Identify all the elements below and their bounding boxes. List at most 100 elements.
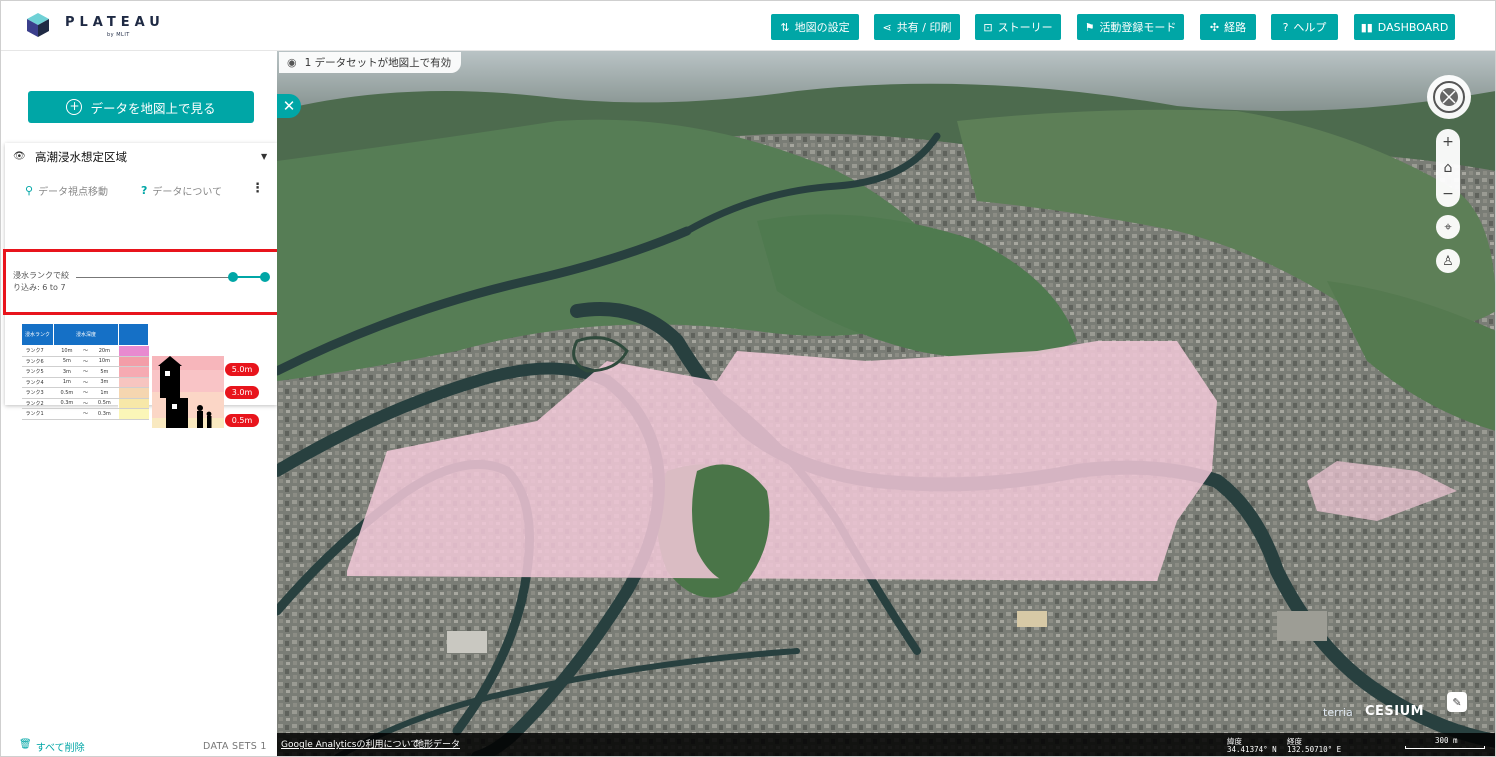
legend-depth-to: 1m	[90, 387, 119, 399]
dashboard-button[interactable]: ▮▮ DASHBOARD	[1354, 14, 1455, 40]
legend-rank: ランク7	[21, 345, 54, 357]
question-icon: ?	[141, 184, 148, 197]
nav-label: DASHBOARD	[1377, 20, 1449, 34]
route-button[interactable]: ✣ 経路	[1200, 14, 1256, 40]
help-icon: ?	[1282, 20, 1289, 34]
activity-mode-button[interactable]: ⚑ 活動登録モード	[1077, 14, 1184, 40]
workbench-sidebar: + データを地図上で見る 👁 高潮浸水想定区域 ▼ ⚲ データ視点移動 ? デー…	[1, 51, 281, 756]
legend-rank: ランク1	[21, 408, 54, 420]
street-view-button[interactable]: ♙	[1436, 249, 1460, 273]
cesium-logo[interactable]: CESIUM	[1365, 704, 1424, 719]
legend-depth-to: 0.3m	[90, 408, 119, 420]
map-footer-bar: Google Analyticsの利用について 地形データ 緯度 34.4137…	[277, 733, 1495, 756]
compass-control[interactable]	[1427, 75, 1471, 119]
datasets-count: DATA SETS 1	[203, 741, 267, 752]
layers-icon: ◉	[287, 56, 297, 69]
longitude-value: 132.50710° E	[1287, 745, 1342, 754]
dataset-actions: ⚲ データ視点移動 ? データについて ⋮	[5, 179, 277, 201]
legend-color-swatch	[118, 387, 149, 399]
more-vertical-icon[interactable]: ⋮	[251, 181, 264, 196]
legend-rank: ランク3	[21, 387, 54, 399]
compass-icon	[1433, 81, 1465, 113]
depth-mark-3m: 3.0m	[225, 386, 259, 399]
crosshair-icon: ⌖	[1444, 219, 1452, 235]
delete-all-button[interactable]: 🗑 すべて削除	[19, 739, 85, 754]
dataset-header[interactable]: 👁 高潮浸水想定区域 ▼	[5, 143, 277, 171]
logo-subtext: by MLIT	[107, 32, 130, 38]
sliders-icon: ⇅	[780, 20, 790, 34]
legend-depth-sep: 〜	[80, 377, 91, 388]
rank-filter-label: 浸水ランクで絞り込み: 6 to 7	[13, 271, 69, 292]
zoom-in-button[interactable]: +	[1436, 129, 1460, 155]
home-icon: ⌂	[1443, 160, 1453, 176]
legend-depth-sep: 〜	[80, 356, 91, 367]
about-data-button[interactable]: ? データについて	[141, 183, 222, 198]
analytics-link[interactable]: Google Analyticsの利用について	[281, 737, 419, 750]
nav-label: ヘルプ	[1293, 21, 1327, 34]
legend-color-swatch	[118, 377, 149, 388]
terrain-data-link[interactable]: 地形データ	[415, 737, 460, 750]
caret-down-icon[interactable]: ▼	[261, 152, 267, 161]
nav-label: 活動登録モード	[1099, 21, 1177, 34]
legend-depth-sep: 〜	[80, 366, 91, 378]
legend-row: ランク3 0.5m 〜 1m	[21, 387, 149, 399]
aerial-map[interactable]	[277, 51, 1496, 757]
legend-depth-from: 0.5m	[53, 387, 81, 399]
help-button[interactable]: ? ヘルプ	[1271, 14, 1338, 40]
scale-bar	[1405, 746, 1485, 749]
story-icon: ⊡	[983, 20, 993, 34]
legend-row: ランク7 10m 〜 20m	[21, 345, 149, 357]
nav-label: 地図の設定	[794, 21, 850, 34]
legend-color-swatch	[118, 366, 149, 378]
add-data-button[interactable]: + データを地図上で見る	[28, 91, 254, 123]
legend-color-swatch	[118, 345, 149, 357]
app-window: PLATEAU by MLIT ⇅ 地図の設定 ⋖ 共有 / 印刷 ⊡ ストーリ…	[0, 0, 1496, 757]
plateau-logo[interactable]: PLATEAU by MLIT	[27, 11, 160, 43]
legend-depth-from: 10m	[53, 345, 81, 357]
my-location-button[interactable]: ⌖	[1436, 215, 1460, 239]
people-icon: ⚑	[1084, 20, 1095, 34]
legend-depth-from: 0.3m	[53, 398, 81, 409]
depth-mark-0-5m: 0.5m	[225, 414, 259, 427]
legend-depth-sep: 〜	[80, 345, 91, 357]
feedback-icon[interactable]: ✎	[1447, 692, 1467, 712]
zoom-to-data-label: データ視点移動	[38, 187, 109, 198]
rank-slider-min-handle[interactable]	[228, 272, 238, 282]
share-print-button[interactable]: ⋖ 共有 / 印刷	[874, 14, 960, 40]
home-view-button[interactable]: ⌂	[1436, 155, 1460, 181]
top-header: PLATEAU by MLIT ⇅ 地図の設定 ⋖ 共有 / 印刷 ⊡ ストーリ…	[1, 1, 1495, 51]
legend-header-color	[118, 323, 149, 346]
minus-icon: −	[1442, 186, 1454, 202]
story-button[interactable]: ⊡ ストーリー	[975, 14, 1061, 40]
legend-rank: ランク5	[21, 366, 54, 378]
legend-color-swatch	[118, 408, 149, 420]
eye-icon[interactable]: 👁	[13, 151, 26, 162]
zoom-out-button[interactable]: −	[1436, 181, 1460, 207]
active-dataset-status: ◉ 1 データセットが地図上で有効	[279, 52, 462, 73]
map-settings-button[interactable]: ⇅ 地図の設定	[771, 14, 859, 40]
legend-depth-to: 0.5m	[90, 398, 119, 409]
rank-slider-max-handle[interactable]	[260, 272, 270, 282]
legend-depth-from: 1m	[53, 377, 81, 388]
legend-depth-to: 3m	[90, 377, 119, 388]
latitude-value: 34.41374° N	[1227, 745, 1277, 754]
legend-depth-from: 5m	[53, 356, 81, 367]
add-data-label: データを地図上で見る	[90, 100, 216, 116]
delete-all-label: すべて削除	[35, 743, 85, 754]
zoom-to-data-button[interactable]: ⚲ データ視点移動	[25, 183, 108, 198]
close-icon: ✕	[282, 97, 296, 115]
legend-rank: ランク6	[21, 356, 54, 367]
plus-icon: +	[1442, 134, 1454, 150]
close-panel-button[interactable]: ✕	[277, 94, 301, 118]
legend-header-rank: 浸水ランク	[21, 323, 54, 346]
rank-filter-panel: 浸水ランクで絞り込み: 6 to 7	[3, 249, 281, 315]
zoom-controls: + ⌂ −	[1436, 129, 1460, 207]
map-viewport[interactable]: ◉ 1 データセットが地図上で有効 ✕ + ⌂ − ⌖ ♙ ✎ terria C…	[277, 51, 1496, 757]
pedestrian-icon: ♙	[1442, 253, 1454, 269]
legend-depth-to: 5m	[90, 366, 119, 378]
legend-depth-sep: 〜	[80, 398, 91, 409]
terria-logo[interactable]: terria	[1323, 706, 1353, 719]
legend-header-depth: 浸水深度	[53, 323, 119, 346]
legend-color-swatch	[118, 356, 149, 367]
legend-depth-sep: 〜	[80, 387, 91, 399]
